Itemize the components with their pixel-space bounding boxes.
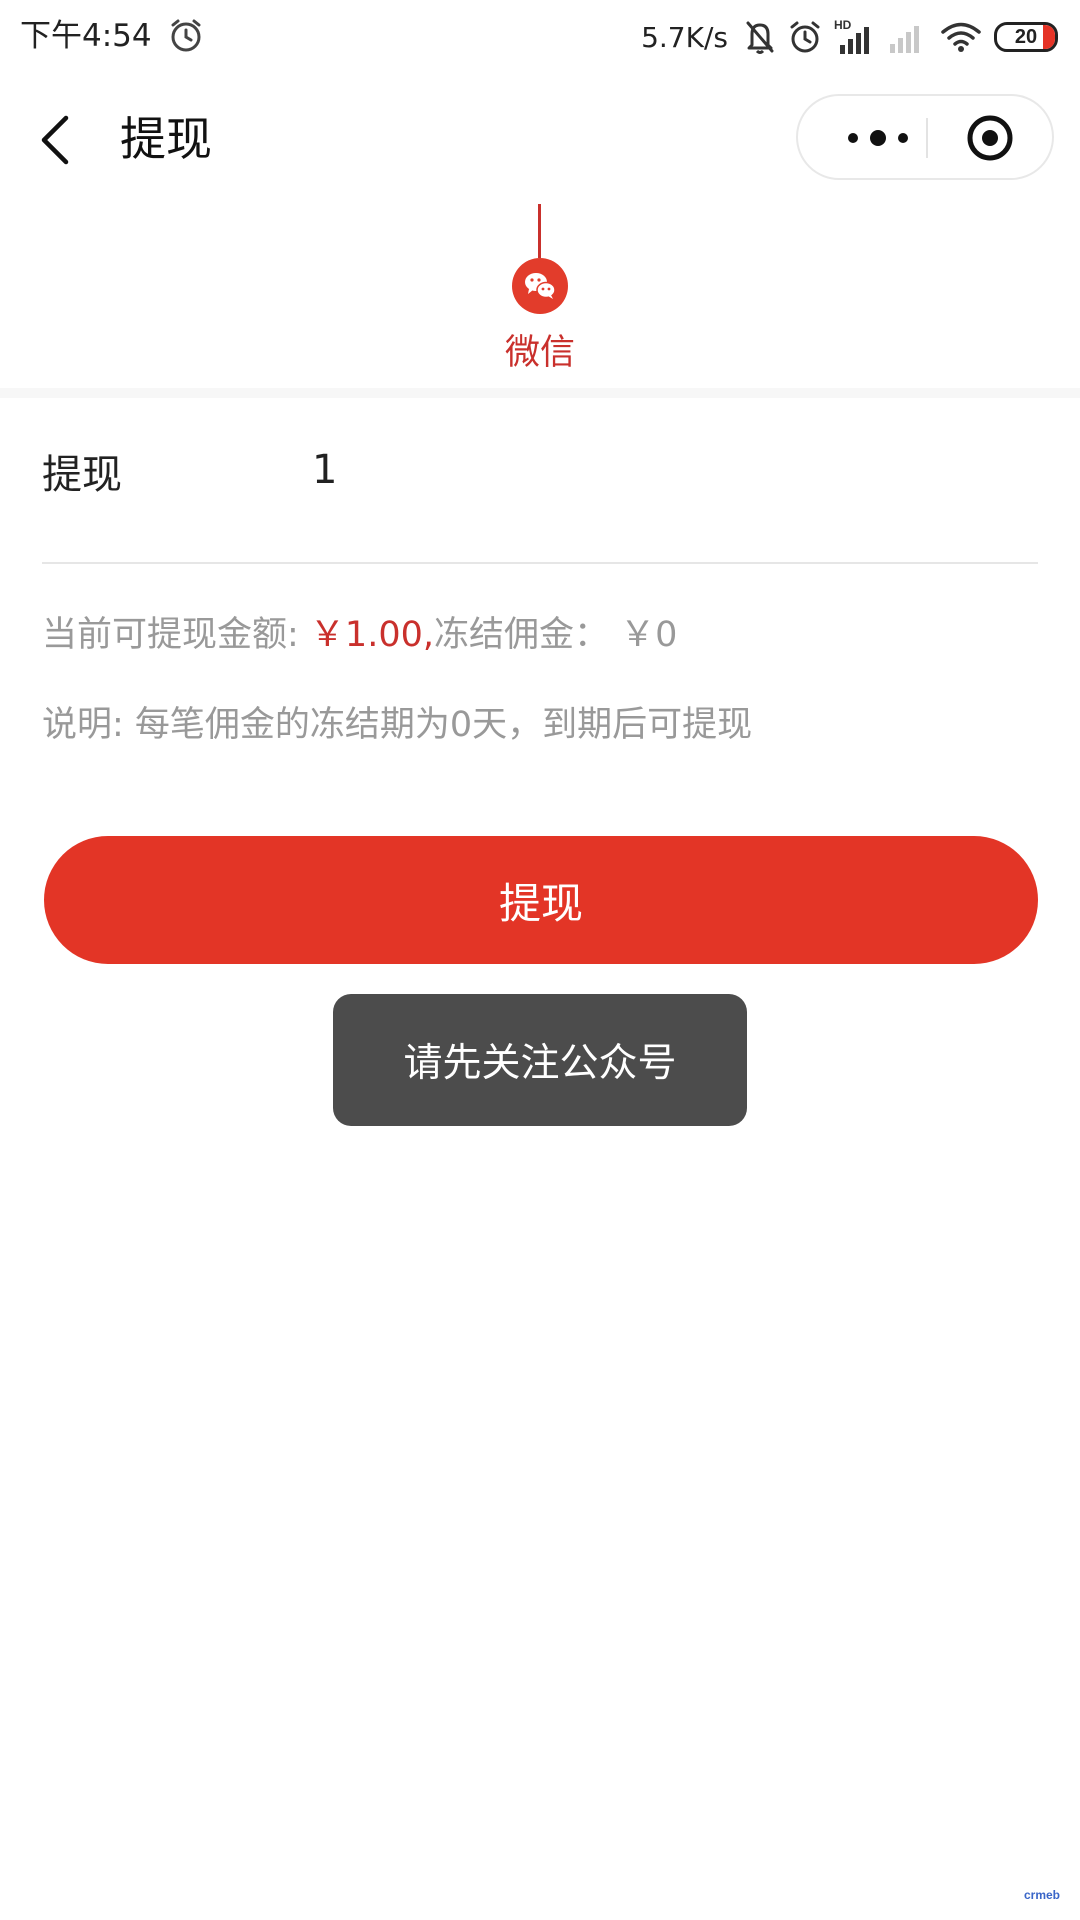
alarm-clock-icon xyxy=(790,21,820,53)
watermark-logo: crmeb xyxy=(1023,1888,1060,1902)
toast-message: 请先关注公众号 xyxy=(333,994,747,1126)
alarm-icon xyxy=(171,19,201,52)
capsule-divider xyxy=(926,118,928,158)
section-divider xyxy=(0,388,1080,398)
close-target-icon[interactable] xyxy=(966,114,1014,162)
withdraw-note: 说明: 每笔佣金的冻结期为0天，到期后可提现 xyxy=(42,705,753,745)
available-amount-info: 当前可提现金额: ￥1.00,冻结佣金： ￥0 xyxy=(42,606,677,657)
wechat-icon[interactable] xyxy=(512,258,568,314)
svg-text:HD: HD xyxy=(834,18,852,32)
available-amount-value: ￥1.00, xyxy=(309,615,434,655)
withdraw-method-selector: 微信 xyxy=(0,204,1080,388)
withdraw-button[interactable]: 提现 xyxy=(44,836,1038,964)
page-title: 提现 xyxy=(120,112,212,166)
status-time: 下午4:54 xyxy=(20,18,152,54)
hd-signal-icon: HD xyxy=(834,18,869,54)
battery-level: 20 xyxy=(1014,25,1038,48)
wifi-icon xyxy=(941,22,981,52)
nav-bar: 提现 xyxy=(0,74,1080,204)
status-icons: 5.7K/s HD 20 xyxy=(641,12,1058,62)
more-dots-icon[interactable] xyxy=(833,126,923,150)
battery-icon: 20 xyxy=(994,22,1058,52)
network-speed: 5.7K/s xyxy=(641,20,728,54)
withdraw-amount-label: 提现 xyxy=(42,452,122,498)
available-amount-prefix: 当前可提现金额: xyxy=(42,615,310,655)
mute-bell-icon xyxy=(746,21,774,54)
withdraw-amount-input[interactable] xyxy=(312,440,952,500)
method-indicator-line xyxy=(538,204,541,258)
signal-icon xyxy=(890,26,919,53)
method-label-wechat[interactable]: 微信 xyxy=(0,324,1080,375)
mini-program-capsule xyxy=(796,94,1054,180)
chevron-left-icon[interactable] xyxy=(36,114,76,166)
status-bar: 下午4:54 5.7K/s HD 20 xyxy=(0,0,1080,74)
withdraw-amount-row: 提现 xyxy=(42,398,1038,564)
frozen-commission-text: 冻结佣金： ￥0 xyxy=(433,615,678,655)
